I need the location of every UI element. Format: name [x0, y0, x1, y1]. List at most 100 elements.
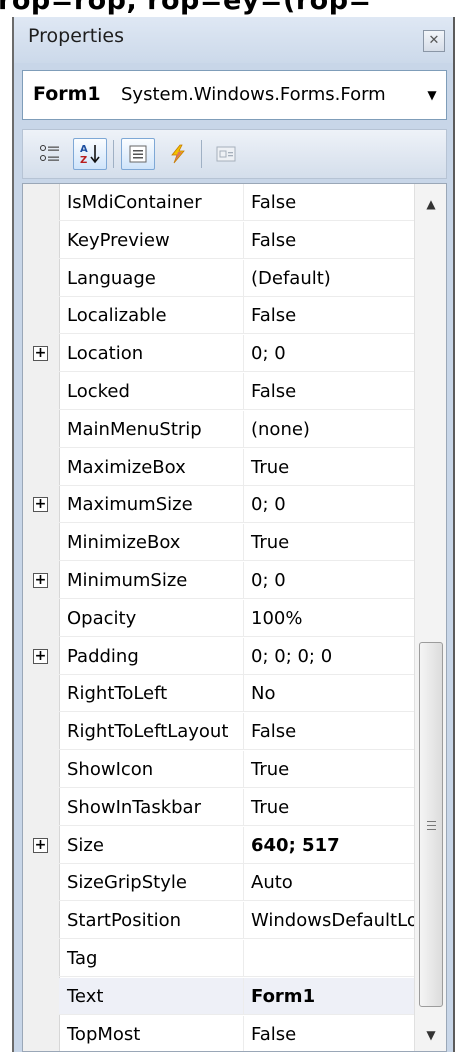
chevron-down-icon[interactable]: ▼ [422, 85, 442, 105]
property-name[interactable]: Size [59, 826, 244, 864]
property-name[interactable]: Language [59, 259, 244, 297]
property-name[interactable]: Location [59, 335, 244, 373]
property-value[interactable]: True [244, 751, 414, 788]
property-name[interactable]: MaximumSize [59, 486, 244, 524]
property-value[interactable]: True [244, 449, 414, 486]
property-row[interactable]: Locked False [23, 373, 414, 411]
property-name[interactable]: ShowIcon [59, 751, 244, 788]
property-row[interactable]: StartPositionWindowsDefaultLocation [23, 902, 414, 940]
property-name[interactable]: Tag [59, 940, 244, 977]
property-name[interactable]: KeyPreview [59, 221, 244, 259]
property-row[interactable]: + MaximumSize 0; 0 [23, 486, 414, 524]
property-name[interactable]: Text [59, 977, 244, 1015]
property-value[interactable]: (none) [244, 411, 414, 448]
property-value[interactable]: 0; 0 [244, 335, 414, 373]
property-name[interactable]: IsMdiContainer [59, 184, 244, 221]
categorized-button[interactable] [33, 138, 67, 170]
property-value[interactable]: 640; 517 [244, 827, 414, 864]
property-row[interactable]: Tag [23, 940, 414, 978]
property-pages-button[interactable] [209, 138, 243, 170]
property-grid: ▲ ▼ IsMdiContainer False KeyPreview False La… [22, 183, 447, 1052]
property-row[interactable]: Localizable False [23, 297, 414, 335]
property-row[interactable]: RightToLeftLayout False [23, 713, 414, 751]
property-name[interactable]: RightToLeftLayout [59, 713, 244, 751]
scroll-up-icon[interactable]: ▲ [421, 194, 441, 214]
property-value[interactable] [244, 940, 414, 977]
property-name[interactable]: ShowInTaskbar [59, 788, 244, 826]
property-value[interactable]: False [244, 373, 414, 410]
property-value[interactable]: False [244, 713, 414, 751]
property-row[interactable]: ShowInTaskbar True [23, 788, 414, 827]
property-name[interactable]: RightToLeft [59, 675, 244, 713]
property-name[interactable]: Padding [59, 637, 244, 675]
property-row[interactable]: IsMdiContainer False [23, 184, 414, 222]
property-value[interactable]: True [244, 789, 414, 826]
expand-icon[interactable]: + [33, 837, 48, 853]
property-value[interactable]: False [244, 1016, 414, 1051]
properties-button[interactable] [121, 138, 155, 170]
scroll-thumb[interactable] [419, 642, 443, 1007]
property-row[interactable]: Text Form1 [23, 977, 414, 1016]
close-icon: ✕ [428, 33, 440, 48]
property-value[interactable]: 0; 0 [244, 562, 414, 599]
property-name[interactable]: Locked [59, 373, 244, 410]
events-icon [171, 144, 185, 164]
property-row[interactable]: TopMost False [23, 1015, 414, 1051]
property-row[interactable]: MainMenuStrip (none) [23, 410, 414, 449]
property-row[interactable]: Language (Default) [23, 259, 414, 298]
object-type: System.Windows.Forms.Form [121, 84, 386, 105]
property-value[interactable]: 0; 0 [244, 486, 414, 524]
property-row[interactable]: + Padding 0; 0; 0; 0 [23, 637, 414, 676]
property-row[interactable]: MinimizeBox True [23, 524, 414, 562]
property-row[interactable]: SizeGripStyle Auto [23, 864, 414, 902]
property-row[interactable]: ShowIcon True [23, 751, 414, 789]
scrollbar[interactable]: ▲ ▼ [414, 184, 446, 1051]
property-value[interactable]: False [244, 222, 414, 259]
property-name[interactable]: MinimizeBox [59, 524, 244, 562]
property-name[interactable]: SizeGripStyle [59, 864, 244, 902]
property-row[interactable]: Opacity 100% [23, 599, 414, 638]
cropped-heading: rop=rop, rop=ey=(rop= [0, 0, 372, 16]
property-name[interactable]: MaximizeBox [59, 448, 244, 486]
property-pages-icon [216, 146, 236, 162]
property-name[interactable]: MainMenuStrip [59, 410, 244, 448]
toolbar: A Z [22, 129, 447, 179]
property-name[interactable]: TopMost [59, 1015, 244, 1051]
property-value[interactable]: No [244, 675, 414, 713]
property-name[interactable]: Localizable [59, 297, 244, 335]
alphabetical-icon: A Z [80, 144, 100, 166]
svg-text:Z: Z [80, 155, 87, 166]
property-row[interactable]: MaximizeBox True [23, 448, 414, 487]
property-value[interactable]: Form1 [244, 977, 414, 1015]
property-value[interactable]: True [244, 524, 414, 562]
expand-icon[interactable]: + [33, 648, 48, 664]
property-name[interactable]: Opacity [59, 599, 244, 637]
object-selector[interactable]: Form1 System.Windows.Forms.Form ▼ [22, 70, 447, 120]
svg-text:A: A [80, 144, 88, 155]
property-value[interactable]: Auto [244, 864, 414, 902]
object-name: Form1 [33, 83, 101, 105]
property-row[interactable]: + Location 0; 0 [23, 335, 414, 373]
top-cropped-text: rop=rop, rop=ey=(rop= [0, 0, 459, 17]
property-row[interactable]: + Size 640; 517 [23, 826, 414, 865]
expand-icon[interactable]: + [33, 497, 48, 513]
properties-panel: Properties ✕ Form1 System.Windows.Forms.… [12, 17, 455, 1052]
property-value[interactable]: 0; 0; 0; 0 [244, 638, 414, 675]
property-name[interactable]: StartPosition [59, 902, 244, 940]
property-value[interactable]: False [244, 184, 414, 221]
property-value[interactable]: 100% [244, 600, 414, 637]
property-row[interactable]: KeyPreview False [23, 221, 414, 260]
property-value[interactable]: False [244, 297, 414, 335]
scroll-down-icon[interactable]: ▼ [421, 1025, 441, 1045]
property-value[interactable]: WindowsDefaultLocation [244, 902, 414, 940]
property-row[interactable]: + MinimumSize 0; 0 [23, 562, 414, 600]
categorized-icon [40, 145, 59, 161]
property-name[interactable]: MinimumSize [59, 562, 244, 599]
expand-icon[interactable]: + [33, 573, 48, 588]
alphabetical-button[interactable]: A Z [73, 138, 107, 170]
close-button[interactable]: ✕ [423, 30, 445, 52]
expand-icon[interactable]: + [33, 346, 48, 362]
events-button[interactable] [161, 138, 195, 170]
property-value[interactable]: (Default) [244, 260, 414, 297]
property-row[interactable]: RightToLeft No [23, 675, 414, 713]
